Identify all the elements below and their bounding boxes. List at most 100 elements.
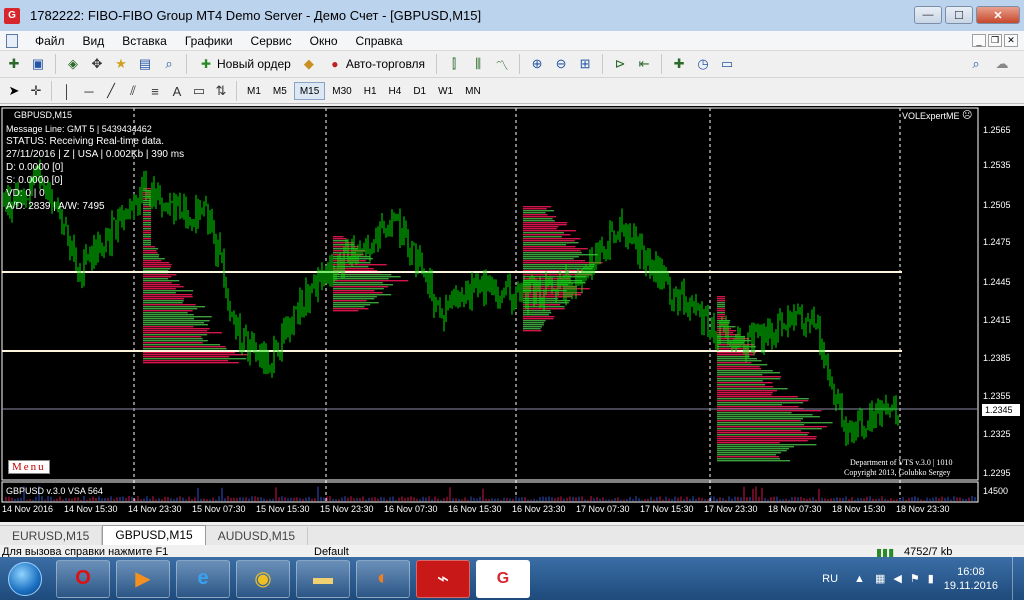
opera-icon[interactable]: O: [56, 559, 110, 598]
firefox-icon[interactable]: ◐: [356, 559, 410, 598]
show-desktop-button[interactable]: [1012, 557, 1024, 600]
copyright-line-2: Copyright 2013, Golubko Sergey: [844, 468, 951, 477]
volume-profile-bar: [523, 216, 557, 218]
volume-profile-bar: [333, 308, 369, 310]
bar-chart-icon[interactable]: ⫿: [444, 54, 464, 74]
profiles-icon[interactable]: ▣: [28, 54, 48, 74]
menu-view[interactable]: Вид: [74, 34, 114, 48]
chart-window[interactable]: GBPUSD,M15 Message Line: GMT 5 | 5439434…: [0, 106, 1024, 522]
timeframe-m30[interactable]: M30: [327, 82, 356, 100]
minimize-button[interactable]: —: [914, 6, 942, 24]
autotrading-button[interactable]: ● Авто-торговля: [323, 53, 429, 75]
expert-smiley-icon[interactable]: ☹: [962, 110, 972, 121]
tab-eurusd[interactable]: EURUSD,M15: [0, 527, 103, 545]
volume-profile-bar: [143, 244, 151, 246]
timeframe-m5[interactable]: M5: [268, 82, 292, 100]
timeframe-mn[interactable]: MN: [460, 82, 486, 100]
volume-profile-bar: [717, 426, 827, 428]
market-watch-icon[interactable]: ◈: [63, 54, 83, 74]
menu-window[interactable]: Окно: [301, 34, 347, 48]
clock[interactable]: 16:08 19.11.2016: [944, 565, 998, 593]
explorer-folder-icon[interactable]: ▬: [296, 559, 350, 598]
new-order-button[interactable]: ✚ Новый ордер: [194, 53, 295, 75]
crosshair-icon[interactable]: ✛: [26, 81, 46, 101]
start-button[interactable]: [0, 557, 50, 600]
metatrader-fibo-icon[interactable]: G: [476, 559, 530, 598]
timeframe-m1[interactable]: M1: [242, 82, 266, 100]
auto-scroll-icon[interactable]: ⊳: [610, 54, 630, 74]
templates-icon[interactable]: ▭: [717, 54, 737, 74]
periods-icon[interactable]: ◷: [693, 54, 713, 74]
menu-bar: Файл Вид Вставка Графики Сервис Окно Спр…: [0, 31, 1024, 51]
vd-line: VD: 0 | 0: [6, 188, 45, 199]
mdi-close-button[interactable]: ✕: [1004, 34, 1018, 47]
timeframe-m15[interactable]: M15: [293, 82, 326, 100]
new-chart-icon[interactable]: ✚: [4, 54, 24, 74]
battery-icon[interactable]: ▮: [928, 572, 934, 585]
text-label-icon[interactable]: ▭: [189, 81, 209, 101]
title-bar: G 1782222: FIBO-FIBO Group MT4 Demo Serv…: [0, 0, 1024, 32]
menu-file[interactable]: Файл: [26, 34, 74, 48]
community-icon[interactable]: ☁: [992, 54, 1012, 74]
tab-gbpusd[interactable]: GBPUSD,M15: [102, 525, 206, 545]
flag-icon[interactable]: ⚑: [910, 572, 920, 585]
volume-profile-bar: [717, 422, 833, 424]
tray-arrow-icon[interactable]: ▲: [854, 573, 865, 585]
volume-profile-bar: [523, 262, 603, 264]
candlestick-chart-icon[interactable]: ⫼: [468, 54, 488, 74]
volume-profile-bar: [717, 400, 809, 402]
volume-icon[interactable]: ◀: [893, 572, 901, 585]
document-icon[interactable]: [6, 33, 18, 48]
data-window-icon[interactable]: ✥: [87, 54, 107, 74]
volume-profile-bar: [143, 228, 151, 230]
navigator-icon[interactable]: ★: [111, 54, 131, 74]
cursor-icon[interactable]: ➤: [4, 81, 24, 101]
equidistant-channel-icon[interactable]: ⫽: [123, 81, 143, 101]
trendline-icon[interactable]: ╱: [101, 81, 121, 101]
pdf-reader-icon[interactable]: ⌁: [416, 559, 470, 598]
volume-profile-bar: [717, 424, 805, 426]
language-indicator[interactable]: RU: [822, 573, 838, 585]
menu-help[interactable]: Справка: [347, 34, 412, 48]
zoom-in-icon[interactable]: ⊕: [527, 54, 547, 74]
tester-icon[interactable]: ⌕: [159, 54, 179, 74]
timeframe-h1[interactable]: H1: [359, 82, 382, 100]
indicators-icon[interactable]: ✚: [669, 54, 689, 74]
volume-profile-bar: [143, 234, 151, 236]
search-icon[interactable]: ⌕: [966, 54, 986, 74]
volume-profile-bar: [717, 420, 801, 422]
menu-tools[interactable]: Сервис: [242, 34, 301, 48]
close-button[interactable]: ✕: [976, 6, 1020, 24]
mdi-restore-button[interactable]: ❐: [988, 34, 1002, 47]
text-icon[interactable]: A: [167, 81, 187, 101]
metaeditor-icon[interactable]: ◆: [299, 54, 319, 74]
maximize-button[interactable]: ☐: [945, 6, 973, 24]
internet-explorer-icon[interactable]: e: [176, 559, 230, 598]
fibonacci-icon[interactable]: ≡: [145, 81, 165, 101]
tile-windows-icon[interactable]: ⊞: [575, 54, 595, 74]
zoom-out-icon[interactable]: ⊖: [551, 54, 571, 74]
expert-label: VOLExpertME: [902, 111, 960, 121]
horizontal-line-icon[interactable]: ─: [79, 81, 99, 101]
volume-profile-bar: [717, 404, 782, 406]
timeframe-w1[interactable]: W1: [433, 82, 458, 100]
menu-charts[interactable]: Графики: [176, 34, 242, 48]
timeframe-d1[interactable]: D1: [408, 82, 431, 100]
volume-profile-bar: [143, 250, 157, 252]
mdi-minimize-button[interactable]: _: [972, 34, 986, 47]
volume-profile-bar: [717, 436, 817, 438]
arrows-icon[interactable]: ⇅: [211, 81, 231, 101]
line-chart-icon[interactable]: 〽: [492, 54, 512, 74]
volume-profile-bar: [333, 294, 392, 296]
chart-shift-icon[interactable]: ⇤: [634, 54, 654, 74]
chrome-icon[interactable]: ◉: [236, 559, 290, 598]
vertical-line-icon[interactable]: │: [57, 81, 77, 101]
media-player-icon[interactable]: ▶: [116, 559, 170, 598]
tab-audusd[interactable]: AUDUSD,M15: [206, 527, 309, 545]
timeframe-h4[interactable]: H4: [384, 82, 407, 100]
menu-insert[interactable]: Вставка: [113, 34, 176, 48]
terminal-icon[interactable]: ▤: [135, 54, 155, 74]
network-icon[interactable]: ▦: [875, 572, 885, 585]
indicator-menu-button[interactable]: Menu: [8, 460, 50, 474]
volume-profile-bar: [717, 374, 763, 376]
